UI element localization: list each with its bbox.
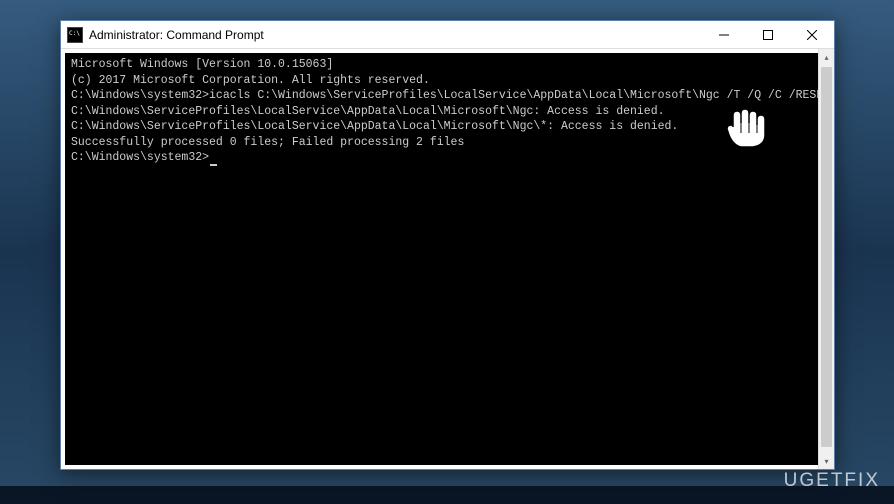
command-prompt-window: Administrator: Command Prompt Microsoft … <box>60 20 835 470</box>
close-button[interactable] <box>790 21 834 48</box>
scrollbar[interactable]: ▴ ▾ <box>818 49 834 469</box>
output-line: Successfully processed 0 files; Failed p… <box>71 135 824 151</box>
cursor-caret <box>210 164 217 166</box>
output-line: C:\Windows\system32>icacls C:\Windows\Se… <box>71 88 824 104</box>
prompt-line: C:\Windows\system32> <box>71 150 824 166</box>
window-controls <box>702 21 834 48</box>
prompt-text: C:\Windows\system32> <box>71 151 209 164</box>
watermark-text: UGETFIX <box>784 470 880 492</box>
scroll-thumb[interactable] <box>821 67 832 447</box>
terminal-output[interactable]: Microsoft Windows [Version 10.0.15063] (… <box>65 53 830 465</box>
titlebar[interactable]: Administrator: Command Prompt <box>61 21 834 49</box>
pointer-hand-icon <box>725 105 775 150</box>
window-title: Administrator: Command Prompt <box>89 28 702 42</box>
output-line: (c) 2017 Microsoft Corporation. All righ… <box>71 73 824 89</box>
output-line: C:\Windows\ServiceProfiles\LocalService\… <box>71 119 824 135</box>
output-line: Microsoft Windows [Version 10.0.15063] <box>71 57 824 73</box>
scroll-down-button[interactable]: ▾ <box>819 453 834 469</box>
output-line: C:\Windows\ServiceProfiles\LocalService\… <box>71 104 824 120</box>
cmd-icon <box>67 27 83 43</box>
taskbar[interactable] <box>0 486 894 504</box>
maximize-button[interactable] <box>746 21 790 48</box>
minimize-button[interactable] <box>702 21 746 48</box>
scroll-up-button[interactable]: ▴ <box>819 49 834 65</box>
